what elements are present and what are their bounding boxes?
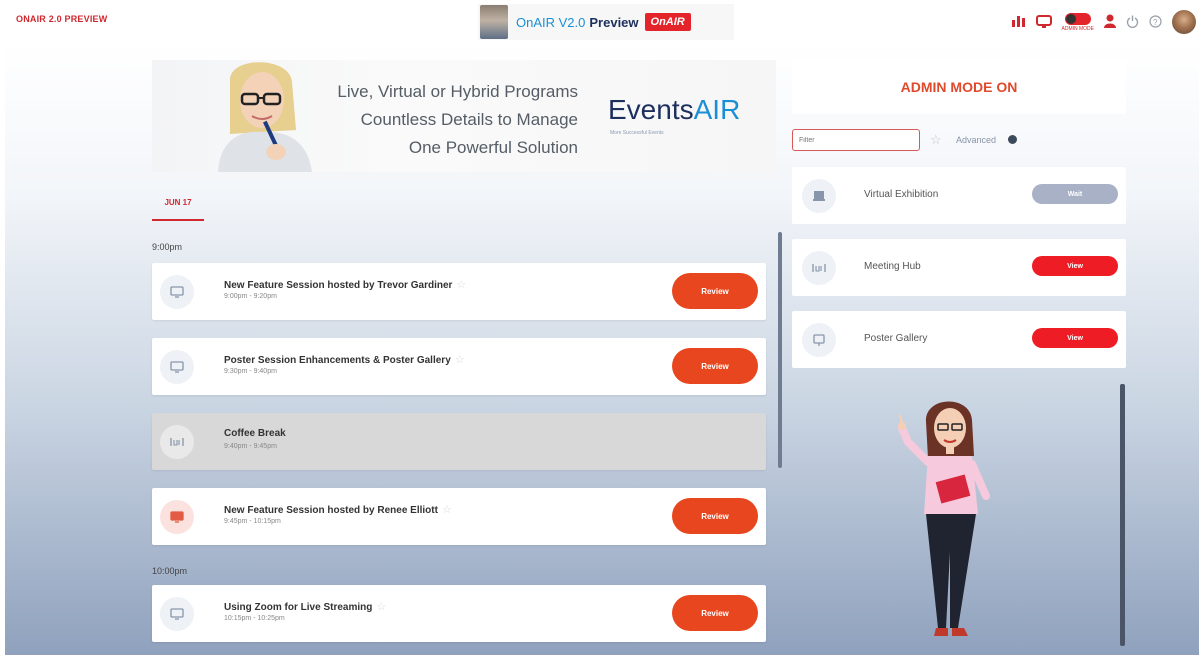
eventsair-logo: EventsAIR	[608, 94, 740, 126]
view-button[interactable]: View	[1032, 256, 1118, 276]
review-button[interactable]: Review	[672, 595, 758, 631]
review-button[interactable]: Review	[672, 273, 758, 309]
feature-label: Meeting Hub	[864, 261, 921, 272]
feature-virtual-exhibition[interactable]: Virtual Exhibition Wait	[792, 167, 1126, 224]
admin-mode-text: ADMIN MODE ON	[900, 79, 1018, 95]
feature-label: Virtual Exhibition	[864, 189, 939, 200]
session-title-text: Using Zoom for Live Streaming	[224, 602, 373, 613]
favorites-filter-star-icon[interactable]: ☆	[930, 132, 942, 148]
leaderboard-icon[interactable]	[1011, 15, 1026, 29]
break-icon	[160, 425, 194, 459]
monitor-icon	[160, 275, 194, 309]
review-button[interactable]: Review	[672, 348, 758, 384]
session-title: Coffee Break	[224, 428, 286, 439]
banner-badge: OnAIR	[644, 13, 691, 31]
top-icons: ADMIN MODE ?	[1011, 8, 1196, 36]
meeting-icon	[802, 251, 836, 285]
review-button[interactable]: Review	[672, 498, 758, 534]
favorite-star-icon[interactable]: ☆	[376, 601, 386, 613]
session-title-text: New Feature Session hosted by Renee Elli…	[224, 505, 438, 516]
logo-accent: AIR	[693, 94, 741, 125]
logo-subtitle: More Successful Events	[610, 130, 664, 136]
tab-active-underline	[152, 219, 204, 221]
hero-taglines: Live, Virtual or Hybrid Programs Countle…	[312, 78, 578, 162]
session-title[interactable]: Using Zoom for Live Streaming ☆	[224, 600, 386, 613]
filter-input[interactable]	[792, 129, 920, 151]
agenda-scrollbar[interactable]	[778, 232, 782, 468]
advanced-link[interactable]: Advanced	[956, 135, 996, 145]
session-title-text: New Feature Session hosted by Trevor Gar…	[224, 280, 453, 291]
poster-icon	[802, 323, 836, 357]
monitor-icon	[160, 597, 194, 631]
session-card-break: Coffee Break 9:40pm - 9:45pm	[152, 413, 766, 470]
admin-mode-banner: ADMIN MODE ON	[792, 60, 1126, 114]
monitor-icon	[160, 500, 194, 534]
session-time: 9:30pm - 9:40pm	[224, 368, 277, 375]
session-time: 9:00pm - 9:20pm	[224, 293, 277, 300]
session-card[interactable]: New Feature Session hosted by Trevor Gar…	[152, 263, 766, 320]
session-time: 9:40pm - 9:45pm	[224, 443, 277, 450]
presenter-illustration	[898, 401, 990, 636]
preview-banner: OnAIR V2.0 Preview OnAIR	[478, 4, 734, 40]
hero-line-3: One Powerful Solution	[408, 138, 578, 157]
hero-woman-image	[218, 62, 312, 172]
feature-poster-gallery[interactable]: Poster Gallery View	[792, 311, 1126, 368]
session-time: 10:15pm - 10:25pm	[224, 615, 285, 622]
session-card[interactable]: New Feature Session hosted by Renee Elli…	[152, 488, 766, 545]
time-group-label: 10:00pm	[152, 566, 188, 576]
logo-main: Events	[608, 94, 694, 125]
session-time: 9:45pm - 10:15pm	[224, 518, 281, 525]
hero-line-2: Countless Details to Manage	[360, 110, 578, 129]
top-bar: ONAIR 2.0 PREVIEW OnAIR V2.0 Preview OnA…	[0, 0, 1204, 44]
exhibition-icon	[802, 179, 836, 213]
hero-banner: Live, Virtual or Hybrid Programs Countle…	[152, 60, 776, 172]
advanced-settings-icon[interactable]	[1008, 135, 1017, 144]
time-group-label: 9:00pm	[152, 242, 183, 252]
help-icon[interactable]: ?	[1149, 14, 1162, 30]
banner-title-bold: Preview	[589, 14, 639, 30]
monitor-icon	[160, 350, 194, 384]
view-button[interactable]: View	[1032, 328, 1118, 348]
avatar[interactable]	[1172, 10, 1196, 34]
chat-icon[interactable]	[1035, 14, 1052, 30]
favorite-star-icon[interactable]: ☆	[455, 354, 465, 366]
banner-photo	[480, 5, 508, 39]
session-card[interactable]: Poster Session Enhancements & Poster Gal…	[152, 338, 766, 395]
hero-line-1: Live, Virtual or Hybrid Programs	[337, 82, 578, 101]
session-card[interactable]: Using Zoom for Live Streaming ☆ 10:15pm -…	[152, 585, 766, 642]
tab-jun-17[interactable]: JUN 17	[152, 198, 204, 207]
wait-button[interactable]: Wait	[1032, 184, 1118, 204]
admin-mode-toggle[interactable]: ADMIN MODE	[1061, 12, 1095, 32]
profile-icon[interactable]	[1104, 14, 1116, 30]
session-title-text: Poster Session Enhancements & Poster Gal…	[224, 355, 451, 366]
toggle-switch[interactable]	[1064, 12, 1091, 25]
toggle-label: ADMIN MODE	[1061, 25, 1095, 32]
logout-icon[interactable]	[1126, 15, 1139, 30]
brand-label: ONAIR 2.0 PREVIEW	[16, 14, 108, 24]
favorite-star-icon[interactable]: ☆	[456, 279, 466, 291]
feature-meeting-hub[interactable]: Meeting Hub View	[792, 239, 1126, 296]
sidebar-scrollbar[interactable]	[1120, 384, 1125, 646]
session-title[interactable]: New Feature Session hosted by Renee Elli…	[224, 503, 452, 516]
favorite-star-icon[interactable]: ☆	[442, 504, 452, 516]
feature-label: Poster Gallery	[864, 333, 928, 344]
session-title[interactable]: Poster Session Enhancements & Poster Gal…	[224, 353, 465, 366]
svg-text:?: ?	[1153, 18, 1158, 27]
banner-title: OnAIR V2.0	[516, 14, 586, 30]
session-title[interactable]: New Feature Session hosted by Trevor Gar…	[224, 278, 466, 291]
